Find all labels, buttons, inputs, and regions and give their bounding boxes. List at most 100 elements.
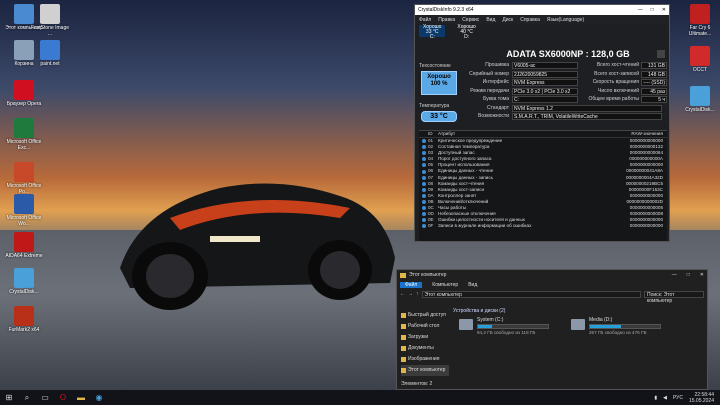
minimize-button[interactable]: —: [638, 7, 643, 13]
desktop-icon[interactable]: Браузер Opera: [4, 80, 44, 107]
cdi-title-bar[interactable]: CrystalDiskInfo 9.2.3 x64 — □ ✕: [415, 5, 669, 15]
status-bar: Элементов: 2: [401, 381, 433, 387]
drive-info-icon[interactable]: [657, 50, 665, 58]
folder-icon: [401, 324, 406, 329]
status-dot-icon: [421, 187, 426, 192]
desktop-icon-label: AIDA64 Extreme: [5, 253, 43, 259]
ribbon-tab-file[interactable]: Файл: [400, 281, 423, 288]
search-icon[interactable]: ⌕: [18, 390, 36, 405]
menu-item[interactable]: Справка: [520, 17, 540, 23]
drive-item[interactable]: Media (D:) 267 ГБ свободно из 476 ГБ: [571, 317, 661, 335]
maximize-button[interactable]: □: [651, 7, 654, 13]
close-button[interactable]: ✕: [700, 272, 704, 278]
word-icon: [14, 194, 34, 214]
opera-icon: [14, 80, 34, 100]
header-raw[interactable]: RAW-значения: [588, 131, 667, 137]
menu-item[interactable]: Вид: [486, 17, 495, 23]
nav-item-label: Изображения: [408, 356, 440, 362]
desktop-icon[interactable]: Microsoft Office Exc...: [4, 118, 44, 151]
drive-usage-fill: [590, 325, 621, 328]
ribbon-tab-computer[interactable]: Компьютер: [432, 282, 458, 288]
powerpoint-icon: [14, 162, 34, 182]
drive-usage-fill: [478, 325, 492, 328]
desktop-icon-label: OCCT: [692, 67, 708, 73]
explorer-title-bar[interactable]: Этот компьютер — □ ✕: [397, 270, 707, 280]
crystaldisk-icon: [690, 86, 710, 106]
info-value: 2J2620059825: [512, 70, 578, 78]
status-dot-icon: [421, 199, 426, 204]
opera-taskbar-icon[interactable]: O: [54, 390, 72, 405]
section-title[interactable]: Устройства и диски (2): [453, 308, 703, 314]
info-label: Всего хост-записей: [594, 70, 639, 77]
smart-row[interactable]: 0F Записи в журнале информации об ошибках…: [419, 223, 667, 229]
nav-item[interactable]: Документы: [401, 343, 449, 354]
address-bar[interactable]: Этот компьютер: [421, 290, 641, 298]
status-dot-icon: [421, 181, 426, 186]
drive-item[interactable]: System (C:) 94,2 ГБ свободно из 118 ГБ: [459, 317, 549, 335]
clock[interactable]: 22:58:44 15.05.2024: [689, 392, 714, 404]
search-input[interactable]: Поиск: Этот компьютер: [644, 290, 704, 304]
menu-item[interactable]: Язык(Language): [547, 17, 584, 23]
desktop-icon[interactable]: FurMark2 x64: [4, 306, 44, 333]
desktop-icon[interactable]: AIDA64 Extreme: [4, 232, 44, 259]
network-icon[interactable]: ▮: [654, 395, 657, 401]
desktop-icon[interactable]: OCCT: [680, 46, 720, 73]
menu-item[interactable]: Сервис: [462, 17, 479, 23]
language-indicator[interactable]: РУС: [673, 395, 683, 401]
desktop-icon[interactable]: CrystalDisk...: [680, 86, 720, 113]
nav-item-label: Быстрый доступ: [408, 312, 446, 318]
info-label: Возможности: [478, 113, 509, 119]
nav-item[interactable]: Рабочий стол: [401, 321, 449, 332]
status-dot-icon: [421, 139, 426, 144]
disk-tab-d[interactable]: Хорошо 40 °C D:: [453, 25, 479, 40]
close-button[interactable]: ✕: [662, 7, 666, 13]
info-label: Прошивка: [485, 62, 509, 68]
hard-drive-icon: [459, 319, 473, 330]
health-status-box[interactable]: Хорошо 100 %: [421, 71, 457, 95]
nav-item[interactable]: Быстрый доступ: [401, 310, 449, 321]
forward-arrow-icon[interactable]: →: [408, 291, 413, 297]
explorer-window: Этот компьютер — □ ✕ Файл Компьютер Вид …: [396, 269, 708, 390]
disk-tab-c[interactable]: Хорошо 33 °C C:: [419, 25, 446, 40]
menu-item[interactable]: Файл: [419, 17, 431, 23]
cdi-menu-bar: Файл Правка Сервис Вид Диск Справка Язык(Langu…: [415, 15, 669, 24]
desktop-icon[interactable]: Microsoft Office Po...: [4, 162, 44, 195]
drive-free-space: 94,2 ГБ свободно из 118 ГБ: [477, 330, 536, 335]
desktop-icon-label: CrystalDisk...: [685, 107, 715, 113]
temperature-box[interactable]: 33 °C: [421, 111, 457, 122]
menu-item[interactable]: Диск: [502, 17, 513, 23]
desktop-icon[interactable]: Microsoft Office Wo...: [4, 194, 44, 227]
nav-item[interactable]: Этот компьютер: [401, 365, 449, 376]
info-label: Режим передачи: [470, 87, 509, 94]
paintnet-icon: [40, 40, 60, 60]
back-arrow-icon[interactable]: ←: [400, 291, 405, 297]
folder-icon: [401, 346, 406, 351]
crystaldisk-taskbar-icon[interactable]: ◉: [90, 390, 108, 405]
nav-item-label: Рабочий стол: [408, 323, 440, 329]
status-dot-icon: [421, 145, 426, 150]
maximize-button[interactable]: □: [687, 272, 690, 278]
minimize-button[interactable]: —: [672, 272, 677, 278]
status-dot-icon: [421, 157, 426, 162]
desktop-icon[interactable]: paint.net: [30, 40, 70, 67]
menu-item[interactable]: Правка: [438, 17, 455, 23]
address-row: ← → ↑ Этот компьютер Поиск: Этот компьют…: [397, 289, 707, 304]
task-view-icon[interactable]: ▭: [36, 390, 54, 405]
desktop-icon[interactable]: CrystalDisk...: [4, 268, 44, 295]
nav-item[interactable]: Изображения: [401, 354, 449, 365]
header-id[interactable]: ID: [428, 131, 438, 137]
wallpaper-car: [120, 183, 395, 310]
drive-name: Media (D:): [589, 317, 613, 323]
drive-info: System (C:) 94,2 ГБ свободно из 118 ГБ: [477, 317, 549, 335]
nav-item-label: Этот компьютер: [408, 367, 446, 373]
nav-item[interactable]: Загрузки: [401, 332, 449, 343]
explorer-taskbar-icon[interactable]: ▬: [72, 390, 90, 405]
up-arrow-icon[interactable]: ↑: [416, 291, 419, 297]
desktop-icon[interactable]: FastStone Image ...: [30, 4, 70, 37]
content-pane: Устройства и диски (2) System (C:) 94,2 Г…: [453, 308, 703, 377]
header-attribute[interactable]: Атрибут: [438, 131, 588, 137]
volume-icon[interactable]: ◀: [663, 395, 667, 401]
ribbon-tab-view[interactable]: Вид: [468, 282, 477, 288]
start-button[interactable]: ⊞: [0, 390, 18, 405]
desktop-icon[interactable]: Far Cry 6 Ultimate...: [680, 4, 720, 37]
